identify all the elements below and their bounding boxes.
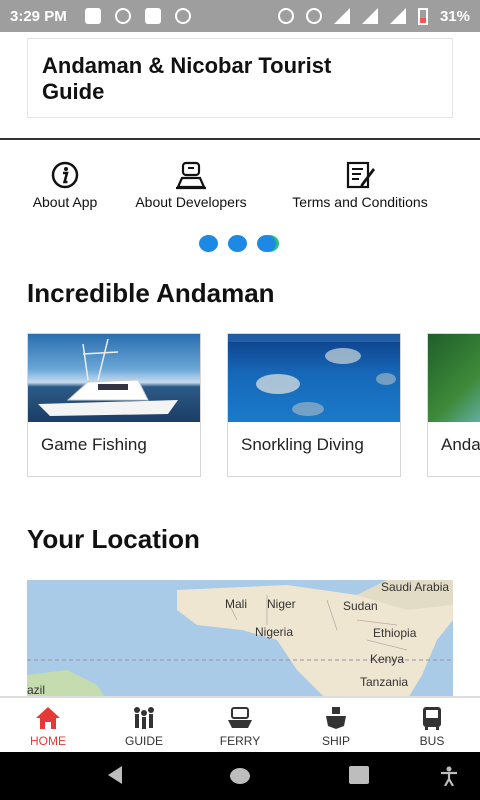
developer-icon bbox=[176, 161, 206, 190]
about-app-label: About App bbox=[32, 194, 98, 210]
ferry-icon bbox=[228, 707, 252, 728]
card-andaman[interactable]: Anda bbox=[427, 333, 480, 477]
snorkling-image bbox=[228, 334, 400, 422]
card-label: Anda bbox=[441, 435, 480, 454]
alarm-icon bbox=[277, 8, 294, 24]
about-app-link[interactable]: About App bbox=[20, 160, 110, 210]
signal-icon bbox=[361, 8, 378, 24]
section-title-incredible: Incredible Andaman bbox=[27, 278, 275, 308]
location-map[interactable]: Saudi Arabia Mali Niger Sudan Nigeria Et… bbox=[27, 580, 453, 700]
map-label: Sudan bbox=[343, 599, 378, 613]
nav-ferry[interactable]: FERRY bbox=[192, 698, 288, 752]
nav-ship-label: SHIP bbox=[321, 734, 350, 748]
status-bar: 3:29 PM 31% bbox=[0, 0, 480, 32]
map-label: Tanzania bbox=[360, 675, 409, 689]
app-screen: 3:29 PM 31% Andaman & Nicobar Tourist Gu… bbox=[0, 0, 480, 800]
battery-percent: 31% bbox=[439, 7, 470, 25]
game-fishing-image bbox=[28, 334, 200, 422]
page-dot-2[interactable] bbox=[228, 235, 247, 252]
map-label: azil bbox=[27, 683, 46, 697]
accessibility-icon[interactable] bbox=[440, 766, 458, 786]
app-notification-icon bbox=[84, 8, 101, 24]
nav-guide[interactable]: GUIDE bbox=[96, 698, 192, 752]
status-time: 3:29 PM bbox=[10, 7, 67, 25]
page-title-line1: Andaman & Nicobar Tourist bbox=[42, 53, 332, 78]
nav-home-label: HOME bbox=[30, 734, 66, 748]
info-icon bbox=[51, 161, 79, 189]
map-label: Mali bbox=[225, 597, 248, 611]
header-area: Andaman & Nicobar Tourist Guide bbox=[0, 32, 480, 140]
map-label: Kenya bbox=[370, 652, 405, 666]
ship-icon bbox=[326, 707, 346, 729]
nav-bus-label: BUS bbox=[419, 734, 445, 748]
terms-link[interactable]: Terms and Conditions bbox=[278, 160, 442, 210]
map-label: Nigeria bbox=[255, 625, 294, 639]
map-label: Niger bbox=[267, 597, 296, 611]
card-game-fishing[interactable]: Game Fishing bbox=[27, 333, 201, 477]
signal-icon-2 bbox=[389, 8, 406, 24]
sync-icon bbox=[114, 8, 131, 24]
terms-label: Terms and Conditions bbox=[292, 194, 428, 210]
home-icon bbox=[36, 707, 60, 729]
bus-icon bbox=[423, 707, 441, 730]
document-edit-icon bbox=[346, 161, 375, 189]
page-title-line2: Guide bbox=[42, 79, 105, 104]
page-dot-1[interactable] bbox=[199, 235, 218, 252]
nav-ferry-label: FERRY bbox=[219, 734, 261, 748]
system-icons: 31% bbox=[277, 7, 470, 25]
map-label: Ethiopia bbox=[373, 626, 417, 640]
nav-bus[interactable]: BUS bbox=[384, 698, 480, 752]
wifi-icon bbox=[333, 8, 350, 24]
back-icon[interactable] bbox=[108, 766, 122, 784]
recent-apps-icon[interactable] bbox=[349, 766, 369, 784]
section-title-location: Your Location bbox=[27, 524, 200, 554]
home-button-icon[interactable] bbox=[230, 768, 250, 784]
notification-icons bbox=[84, 8, 191, 24]
nav-guide-label: GUIDE bbox=[124, 734, 163, 748]
andaman-image bbox=[428, 334, 480, 422]
facebook-icon bbox=[144, 8, 161, 24]
bottom-navigation: HOME GUIDE FERRY SHIP BUS bbox=[0, 696, 480, 752]
nav-home[interactable]: HOME bbox=[0, 698, 96, 752]
location-icon bbox=[174, 8, 191, 24]
card-label: Snorkling Diving bbox=[241, 435, 364, 454]
nav-ship[interactable]: SHIP bbox=[288, 698, 384, 752]
quick-links: About App About Developers Terms and Con… bbox=[0, 150, 480, 220]
category-carousel[interactable]: Game Fishing Snorkling Diving Anda bbox=[0, 333, 480, 478]
guide-icon bbox=[134, 707, 154, 729]
page-title: Andaman & Nicobar Tourist Guide bbox=[42, 53, 438, 105]
about-developers-label: About Developers bbox=[135, 194, 247, 210]
map-label: Saudi Arabia bbox=[381, 580, 450, 594]
page-indicator bbox=[199, 235, 276, 252]
page-dot-3[interactable] bbox=[257, 235, 276, 252]
gps-icon bbox=[305, 8, 322, 24]
card-label: Game Fishing bbox=[41, 435, 147, 454]
title-card: Andaman & Nicobar Tourist Guide bbox=[27, 38, 453, 118]
card-snorkling-diving[interactable]: Snorkling Diving bbox=[227, 333, 401, 477]
about-developers-link[interactable]: About Developers bbox=[124, 160, 258, 210]
system-navigation-bar bbox=[0, 752, 480, 800]
battery-icon bbox=[417, 7, 428, 25]
